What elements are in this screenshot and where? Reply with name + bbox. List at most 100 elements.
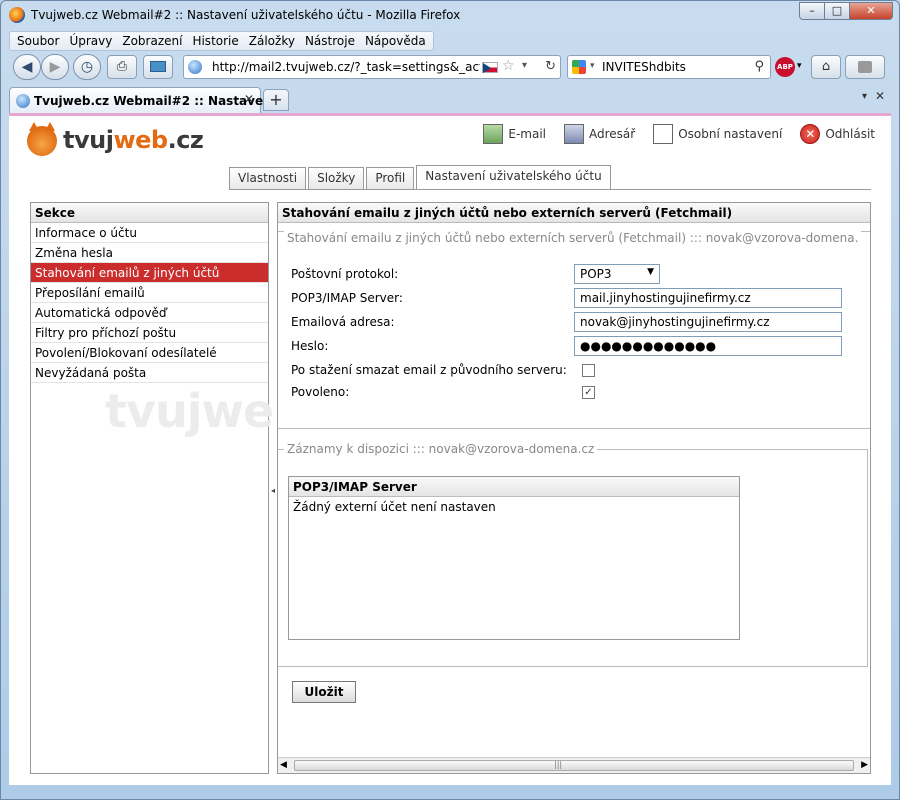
window-controls: – □ ✕: [799, 2, 893, 20]
reload-icon[interactable]: ↻: [545, 59, 556, 74]
adblock-dropdown-icon[interactable]: ▾: [797, 61, 802, 71]
window-title: Tvujweb.cz Webmail#2 :: Nastavení uživat…: [31, 8, 461, 22]
nav-addressbook[interactable]: Adresář: [564, 124, 635, 144]
email-icon: [483, 124, 504, 144]
server-input[interactable]: mail.jinyhostingujinefirmy.cz: [574, 288, 842, 308]
menu-nastroje[interactable]: Nástroje: [300, 32, 360, 50]
email-label: Emailová adresa:: [291, 315, 395, 329]
settings-icon: [653, 124, 674, 144]
delete-checkbox[interactable]: [582, 363, 595, 377]
email-input[interactable]: novak@jinyhostingujinefirmy.cz: [574, 312, 842, 332]
home-icon: ⌂: [821, 59, 831, 74]
sections-header: Sekce: [31, 203, 268, 223]
url-bar[interactable]: http://mail2.tvujweb.cz/?_task=settings&…: [183, 55, 561, 79]
records-fieldset: Záznamy k dispozici ::: novak@vzorova-do…: [278, 442, 868, 667]
addressbook-icon: [564, 124, 585, 144]
server-label: POP3/IMAP Server:: [291, 291, 403, 305]
history-button[interactable]: ◷: [73, 54, 101, 80]
url-text[interactable]: http://mail2.tvujweb.cz/?_task=settings&…: [212, 60, 480, 74]
splitter-handle[interactable]: ◂: [271, 486, 275, 495]
nav-email[interactable]: E-mail: [483, 124, 546, 144]
enabled-checkbox[interactable]: ✓: [582, 385, 595, 399]
password-label: Heslo:: [291, 339, 329, 353]
maximize-button[interactable]: □: [824, 2, 850, 20]
password-row: Heslo: ●●●●●●●●●●●●●: [291, 336, 851, 356]
tab-close-icon[interactable]: ✕: [244, 92, 254, 106]
tabs-list-icon[interactable]: ▾: [862, 91, 867, 102]
section-change-password[interactable]: Změna hesla: [31, 243, 268, 263]
google-icon[interactable]: [572, 60, 586, 74]
tabs-close-icon[interactable]: ✕: [875, 89, 885, 103]
browser-tab[interactable]: Tvujweb.cz Webmail#2 :: Nastaven... ✕: [9, 87, 285, 113]
menu-upravy[interactable]: Úpravy: [64, 32, 117, 50]
fetchmail-fieldset: Stahování emailu z jiných účtů nebo exte…: [278, 231, 870, 429]
tab-vlastnosti[interactable]: Vlastnosti: [229, 167, 307, 189]
tab-profil[interactable]: Profil: [366, 167, 415, 189]
extension-button[interactable]: [143, 55, 173, 79]
search-input[interactable]: INVITEShdbits: [602, 60, 686, 74]
password-input[interactable]: ●●●●●●●●●●●●●: [574, 336, 842, 356]
section-spam[interactable]: Nevyžádaná pošta: [31, 363, 268, 383]
page-content: tvujweb.cz E-mail Adresář Osobní nastave…: [9, 113, 891, 785]
puzzle-icon: [858, 61, 872, 73]
section-forwarding[interactable]: Přeposílání emailů: [31, 283, 268, 303]
screen-icon: [150, 61, 166, 72]
menu-soubor[interactable]: Soubor: [12, 32, 64, 50]
minimize-button[interactable]: –: [799, 2, 825, 20]
scroll-left-icon[interactable]: ◀: [280, 760, 287, 770]
back-arrow-icon: ◀: [21, 59, 33, 75]
bookmark-star-icon[interactable]: ☆: [502, 58, 515, 74]
url-dropdown-icon[interactable]: ▾: [522, 60, 527, 71]
section-fetchmail[interactable]: Stahování emailů z jiných účtů: [31, 263, 268, 283]
nav-logout[interactable]: ✕ Odhlásit: [800, 124, 875, 144]
email-row: Emailová adresa: novak@jinyhostingujinef…: [291, 312, 851, 332]
protocol-row: Poštovní protokol: POP3 ▼: [291, 264, 851, 284]
section-filters[interactable]: Filtry pro příchozí poštu: [31, 323, 268, 343]
scroll-grip-icon: |||: [554, 760, 563, 769]
tab-slozky[interactable]: Složky: [308, 167, 365, 189]
back-button[interactable]: ◀: [13, 54, 41, 80]
menu-zalozky[interactable]: Záložky: [244, 32, 300, 50]
printer-icon: ⎙: [116, 59, 128, 74]
clock-icon: ◷: [80, 59, 94, 75]
addon-button[interactable]: [845, 55, 885, 79]
panel-title: Stahování emailu z jiných účtů nebo exte…: [278, 203, 870, 223]
adblock-icon[interactable]: ABP: [775, 57, 795, 77]
close-window-button[interactable]: ✕: [849, 2, 893, 20]
magnifier-icon[interactable]: ⚲: [754, 59, 764, 74]
menu-zobrazeni[interactable]: Zobrazení: [117, 32, 187, 50]
firefox-icon: [9, 7, 25, 23]
home-button[interactable]: ⌂: [811, 55, 841, 79]
enabled-label: Povoleno:: [291, 385, 350, 399]
search-engine-dropdown-icon[interactable]: ▾: [590, 61, 595, 71]
menu-bar: Soubor Úpravy Zobrazení Historie Záložky…: [9, 31, 434, 51]
section-account-info[interactable]: Informace o účtu: [31, 223, 268, 243]
tab-account-settings[interactable]: Nastavení uživatelského účtu: [416, 165, 611, 189]
section-autoreply[interactable]: Automatická odpověď: [31, 303, 268, 323]
browser-window: Tvujweb.cz Webmail#2 :: Nastavení uživat…: [0, 0, 900, 800]
protocol-label: Poštovní protokol:: [291, 267, 399, 281]
tab-favicon-icon: [16, 94, 30, 108]
new-tab-button[interactable]: +: [263, 89, 289, 111]
print-button[interactable]: ⎙: [107, 55, 137, 79]
menu-napoveda[interactable]: Nápověda: [360, 32, 431, 50]
delete-row: Po stažení smazat email z původního serv…: [291, 360, 851, 380]
horizontal-scrollbar[interactable]: ◀ ||| ▶: [278, 757, 870, 773]
navigation-toolbar: ◀ ▶ ◷ ⎙ http://mail2.tvujweb.cz/?_task=s…: [7, 51, 893, 83]
tab-divider: [229, 189, 871, 190]
section-allow-block[interactable]: Povolení/Blokovaní odesílatelé: [31, 343, 268, 363]
menu-historie[interactable]: Historie: [187, 32, 243, 50]
forward-button[interactable]: ▶: [41, 54, 69, 80]
scroll-right-icon[interactable]: ▶: [861, 760, 868, 770]
top-navigation: E-mail Adresář Osobní nastavení ✕ Odhlási…: [465, 124, 875, 144]
nav-settings[interactable]: Osobní nastavení: [653, 124, 782, 144]
table-row: Žádný externí účet není nastaven: [293, 500, 496, 514]
save-button[interactable]: Uložit: [292, 681, 356, 703]
search-bar[interactable]: ▾ INVITEShdbits ⚲: [567, 55, 771, 79]
logout-icon: ✕: [800, 124, 821, 144]
records-column-header: POP3/IMAP Server: [289, 477, 739, 497]
scrollbar-thumb[interactable]: [294, 760, 854, 771]
settings-tabs: Vlastnosti Složky Profil Nastavení uživa…: [229, 165, 613, 189]
records-table: POP3/IMAP Server Žádný externí účet není…: [288, 476, 740, 640]
protocol-select[interactable]: POP3 ▼: [574, 264, 660, 284]
